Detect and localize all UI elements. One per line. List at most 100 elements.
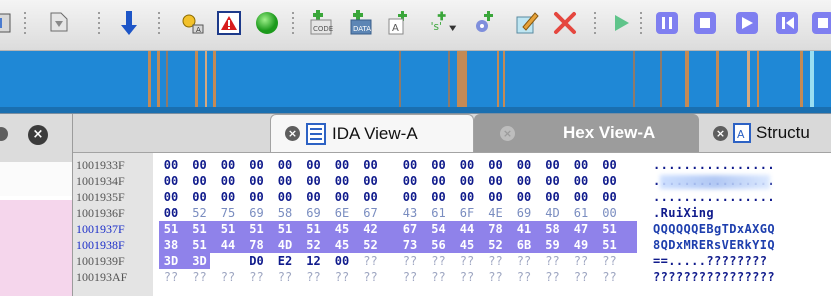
hex-byte[interactable]: 78 [245, 237, 269, 253]
hex-byte[interactable]: 00 [512, 189, 536, 205]
hex-byte[interactable]: 51 [273, 221, 297, 237]
delete-icon[interactable] [550, 8, 580, 38]
hex-ascii[interactable]: ==.....???????? [653, 253, 767, 269]
hex-row[interactable]: 100193AF????????????????????????????????… [73, 269, 831, 285]
hex-byte[interactable]: 45 [330, 237, 354, 253]
toolbar-icon-partial[interactable] [732, 8, 762, 38]
hex-byte[interactable]: ?? [398, 269, 422, 285]
hex-byte[interactable]: 44 [455, 221, 479, 237]
hex-byte[interactable]: 4D [273, 237, 297, 253]
close-icon[interactable]: × [28, 125, 48, 145]
hex-byte[interactable]: ?? [484, 253, 508, 269]
hex-row[interactable]: 1001938F 38 51 44 78 4D 52 45 52 73 56 45 52 6B 59 49 51… [73, 237, 831, 253]
hex-byte[interactable]: 45 [455, 237, 479, 253]
hex-byte[interactable]: ?? [273, 269, 297, 285]
hex-byte[interactable]: 69 [512, 205, 536, 221]
hex-byte[interactable]: 56 [427, 237, 451, 253]
hex-byte[interactable]: 00 [159, 189, 183, 205]
hex-ascii[interactable]: ................ [653, 157, 775, 173]
edit-icon[interactable] [512, 8, 542, 38]
hex-byte[interactable]: 6B [512, 237, 536, 253]
hex-byte[interactable]: 51 [188, 221, 212, 237]
hex-byte[interactable]: 6F [455, 205, 479, 221]
hex-ascii[interactable]: ???????????????? [653, 269, 775, 285]
start-debug-icon[interactable] [606, 8, 636, 38]
hex-byte[interactable]: 00 [455, 157, 479, 173]
hex-byte[interactable]: 67 [359, 205, 383, 221]
hex-byte[interactable]: ?? [245, 269, 269, 285]
hex-byte[interactable]: 00 [216, 253, 240, 269]
hex-byte[interactable]: E2 [273, 253, 297, 269]
hex-byte[interactable]: ?? [569, 269, 593, 285]
hex-byte[interactable]: 00 [245, 189, 269, 205]
hex-byte[interactable]: 00 [302, 157, 326, 173]
hex-byte[interactable]: 00 [484, 157, 508, 173]
hex-byte[interactable]: ?? [541, 269, 565, 285]
hex-byte[interactable]: 00 [302, 173, 326, 189]
hex-byte[interactable]: ?? [598, 253, 622, 269]
hex-byte[interactable]: 00 [541, 189, 565, 205]
hex-byte[interactable]: 00 [541, 173, 565, 189]
hex-byte[interactable]: 00 [455, 189, 479, 205]
toolbar-icon-partial[interactable] [808, 8, 831, 38]
make-data-icon[interactable]: DATA [346, 8, 376, 38]
hex-byte[interactable]: 00 [188, 189, 212, 205]
hex-byte[interactable]: 00 [359, 189, 383, 205]
hex-byte[interactable]: ?? [484, 269, 508, 285]
hex-byte[interactable]: 12 [302, 253, 326, 269]
hex-byte[interactable]: 00 [245, 157, 269, 173]
hex-byte[interactable]: 00 [427, 173, 451, 189]
hex-byte[interactable]: 6E [330, 205, 354, 221]
close-tab-icon[interactable]: × [285, 126, 300, 141]
hex-byte[interactable]: 00 [216, 173, 240, 189]
hex-byte[interactable]: 52 [484, 237, 508, 253]
warning-icon[interactable] [214, 8, 244, 38]
hex-byte[interactable]: 51 [302, 221, 326, 237]
hex-row[interactable]: 1001935F 00 00 00 00 00 00 00 00 00 00 00 00 00 00 00 00… [73, 189, 831, 205]
gear-add-icon[interactable] [470, 8, 500, 38]
hex-byte[interactable]: ?? [427, 253, 451, 269]
hex-row[interactable]: 1001936F 00 52 75 69 58 69 6E 67 43 61 6F 4E 69 4D 61 00… [73, 205, 831, 221]
hex-byte[interactable]: 45 [330, 221, 354, 237]
hex-byte[interactable]: 00 [359, 157, 383, 173]
tab-hex-view[interactable]: × Hex View-A [474, 114, 699, 152]
hex-byte[interactable]: 00 [159, 157, 183, 173]
hex-byte[interactable]: 00 [541, 157, 565, 173]
hex-byte[interactable]: 00 [569, 189, 593, 205]
hex-byte[interactable]: ?? [541, 253, 565, 269]
hex-byte[interactable]: ?? [302, 269, 326, 285]
snap-icon[interactable] [44, 8, 74, 38]
hex-byte[interactable]: 00 [188, 157, 212, 173]
hex-byte[interactable]: ?? [455, 253, 479, 269]
hex-byte[interactable]: 00 [273, 189, 297, 205]
hex-byte[interactable]: 00 [216, 157, 240, 173]
go-icon[interactable] [252, 8, 282, 38]
hex-byte[interactable]: 00 [569, 173, 593, 189]
hex-byte[interactable]: 51 [598, 221, 622, 237]
hex-byte[interactable]: 52 [188, 205, 212, 221]
hex-byte[interactable]: 00 [302, 189, 326, 205]
hex-byte[interactable]: 3D [188, 253, 212, 269]
hex-byte[interactable]: 54 [427, 221, 451, 237]
hex-byte[interactable]: 69 [302, 205, 326, 221]
hex-byte[interactable]: 51 [188, 237, 212, 253]
make-code-icon[interactable]: CODE [306, 8, 336, 38]
hex-byte[interactable]: 00 [512, 173, 536, 189]
partial-close-icon[interactable] [0, 127, 8, 141]
hex-byte[interactable]: 00 [484, 173, 508, 189]
hex-byte[interactable]: 00 [598, 189, 622, 205]
hex-byte[interactable]: ?? [188, 269, 212, 285]
hex-byte[interactable]: 51 [159, 221, 183, 237]
hex-byte[interactable]: 00 [330, 157, 354, 173]
hex-byte[interactable]: 00 [159, 205, 183, 221]
hex-byte[interactable]: 51 [598, 237, 622, 253]
hex-byte[interactable]: ?? [359, 253, 383, 269]
find-icon[interactable]: A [178, 8, 208, 38]
hex-byte[interactable]: 00 [398, 157, 422, 173]
hex-byte[interactable]: 44 [216, 237, 240, 253]
hex-byte[interactable]: 49 [569, 237, 593, 253]
left-pane-selected-row[interactable] [0, 200, 72, 296]
hex-byte[interactable]: ?? [455, 269, 479, 285]
hex-byte[interactable]: 00 [455, 173, 479, 189]
hex-byte[interactable]: 00 [427, 189, 451, 205]
